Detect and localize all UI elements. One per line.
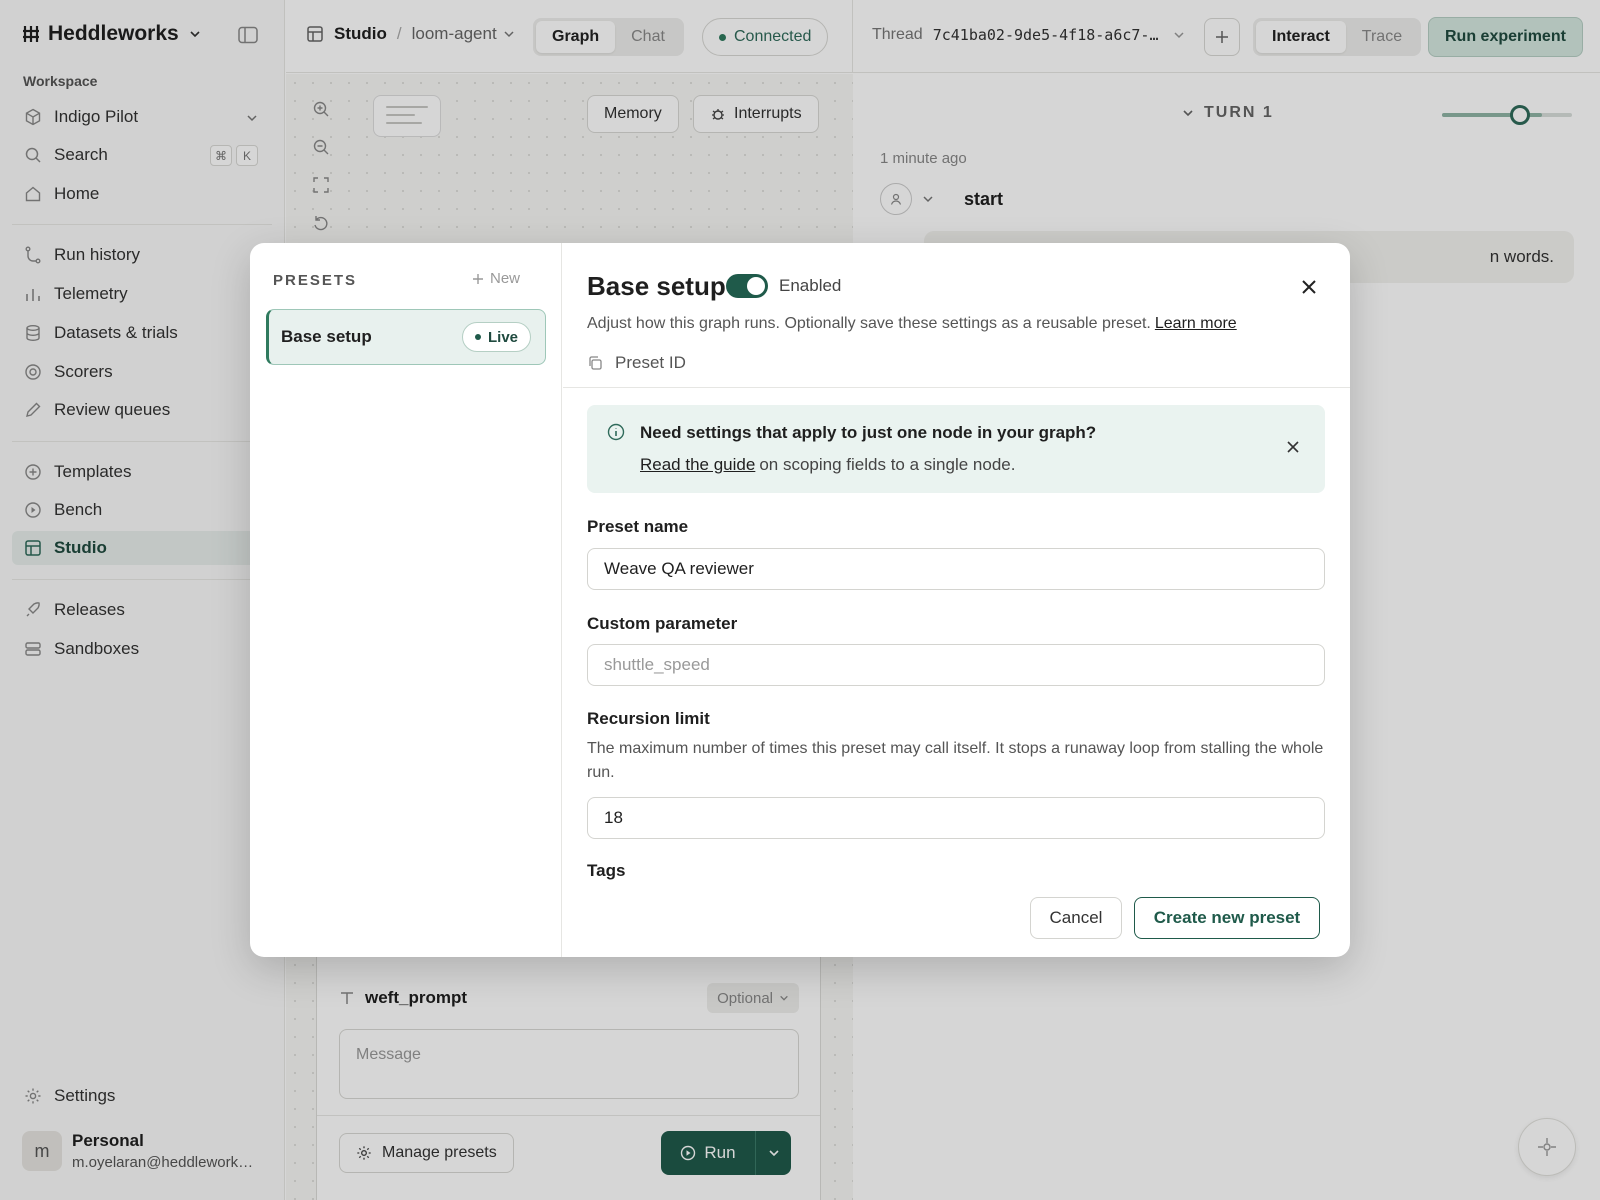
read-the-guide-link[interactable]: Read the guide [640,455,755,474]
preset-id-label: Preset ID [615,353,686,372]
copy-icon [589,356,602,370]
status-badge-label: Live [487,328,518,346]
status-badge: Live [461,322,531,352]
cancel-button[interactable]: Cancel [1030,897,1122,939]
preset-editor: Base setup Enabled Adjust how this graph… [563,243,1350,957]
close-icon [1302,280,1316,294]
preset-name-input[interactable] [587,548,1325,590]
create-preset-button[interactable]: Create new preset [1134,897,1320,939]
recursion-limit-input[interactable] [587,797,1325,839]
description-text: Adjust how this graph runs. Optionally s… [587,315,1151,332]
plus-icon [473,273,483,284]
custom-parameter-label: Custom parameter [587,614,738,633]
learn-more-link[interactable]: Learn more [1155,315,1237,332]
preset-name-label: Preset name [587,517,689,536]
close-button[interactable] [1295,273,1323,301]
custom-parameter-input[interactable] [587,644,1325,686]
divider [563,387,1350,388]
info-body-text: on scoping fields to a single node. [759,455,1016,474]
toggle-knob [747,277,765,295]
preset-item-name: Base setup [281,327,372,346]
dismiss-callout-button[interactable] [1287,441,1299,453]
close-icon [1287,441,1299,453]
tags-label: Tags [587,861,626,880]
info-callout: Need settings that apply to just one nod… [587,405,1325,493]
new-label: New [490,270,521,287]
new-preset-button[interactable]: New [472,270,520,287]
info-title: Need settings that apply to just one nod… [640,423,1097,442]
presets-panel: PRESETS New Base setup Live [250,243,562,957]
preset-list-item[interactable]: Base setup Live [266,309,546,365]
copy-preset-id[interactable]: Preset ID [587,353,686,373]
modal-title: Base setup [587,271,726,301]
enabled-toggle[interactable] [726,274,768,298]
live-dot [474,334,481,340]
recursion-limit-label: Recursion limit [587,709,710,728]
modal-description: Adjust how this graph runs. Optionally s… [587,315,1237,333]
recursion-limit-help: The maximum number of times this preset … [587,740,1324,781]
enabled-label: Enabled [779,276,842,295]
preset-modal: PRESETS New Base setup Live Base setup E… [250,243,1350,957]
presets-heading: PRESETS [273,272,358,289]
info-body: Read the guide on scoping fields to a sin… [640,455,1015,475]
info-icon [607,423,625,441]
